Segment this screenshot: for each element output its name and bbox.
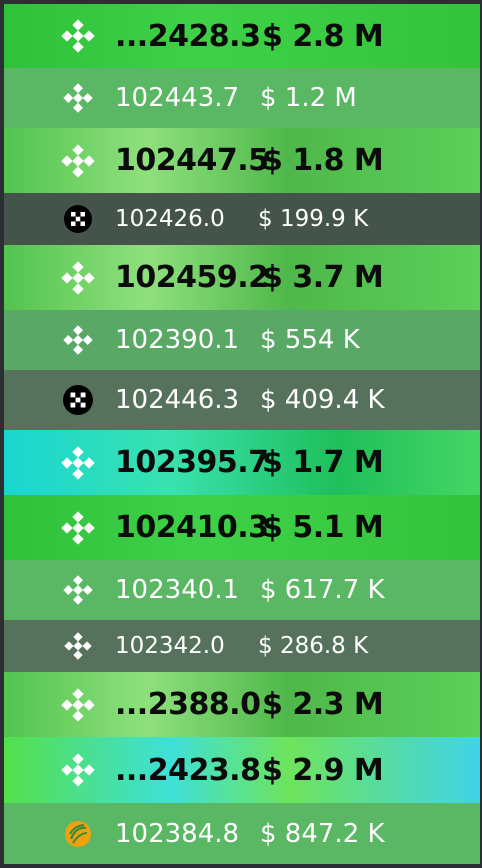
bnb-icon — [61, 629, 95, 663]
trade-row: 102446.3 $ 409.4 K — [4, 370, 480, 430]
bnb-icon — [61, 510, 95, 545]
trade-row: 102447.5 $ 1.8 M — [4, 128, 480, 193]
trade-value: $ 199.9 K — [258, 206, 369, 232]
trade-price: ...2428.3 — [115, 18, 261, 54]
trade-value: $ 2.3 M — [262, 687, 384, 722]
bnb-icon — [61, 19, 95, 53]
trade-price: 102384.8 — [115, 818, 240, 849]
trade-value: $ 554 K — [260, 325, 360, 355]
okx-icon — [61, 383, 95, 417]
trade-row: 102410.3 $ 5.1 M — [4, 495, 480, 560]
trade-price: 102340.1 — [115, 575, 240, 605]
trade-price: 102390.1 — [115, 325, 240, 355]
trade-price: ...2423.8 — [115, 752, 261, 788]
trade-row: ...2423.8 $ 2.9 M — [4, 737, 480, 803]
trade-price: 102342.0 — [115, 633, 225, 659]
trade-row: 102384.8 $ 847.2 K — [4, 803, 480, 864]
bnb-icon — [61, 573, 95, 607]
bnb-icon — [61, 753, 95, 787]
bnb-icon — [61, 260, 95, 295]
trade-value: $ 1.8 M — [262, 143, 384, 178]
trade-value: $ 3.7 M — [262, 260, 384, 295]
trade-row: 102443.7 $ 1.2 M — [4, 68, 480, 128]
bybit-icon — [61, 817, 95, 851]
trade-value: $ 5.1 M — [262, 510, 384, 545]
okx-icon — [61, 202, 95, 236]
trade-price: 102459.2 — [115, 260, 269, 295]
trade-row: 102340.1 $ 617.7 K — [4, 560, 480, 620]
trade-price: 102447.5 — [115, 143, 269, 178]
trade-row: 102426.0 $ 199.9 K — [4, 193, 480, 245]
trade-row: 102390.1 $ 554 K — [4, 310, 480, 370]
trade-price: 102410.3 — [115, 510, 269, 545]
trade-value: $ 617.7 K — [260, 575, 385, 605]
trade-row: ...2428.3 $ 2.8 M — [4, 4, 480, 68]
trade-price: 102395.7 — [115, 445, 269, 480]
trade-price: 102443.7 — [115, 83, 240, 113]
trade-row: 102342.0 $ 286.8 K — [4, 620, 480, 672]
trade-value: $ 409.4 K — [260, 385, 385, 415]
trade-value: $ 286.8 K — [258, 633, 369, 659]
bnb-icon — [61, 323, 95, 357]
trade-feed-panel: ...2428.3 $ 2.8 M 102443.7 $ 1.2 M 10244… — [0, 0, 482, 868]
trade-price: ...2388.0 — [115, 687, 261, 722]
trade-price: 102426.0 — [115, 206, 225, 232]
trade-value: $ 1.7 M — [262, 445, 384, 480]
trade-value: $ 847.2 K — [260, 818, 385, 849]
trade-value: $ 2.8 M — [262, 18, 384, 54]
trade-row: ...2388.0 $ 2.3 M — [4, 672, 480, 737]
bnb-icon — [61, 81, 95, 115]
trade-value: $ 2.9 M — [262, 752, 384, 788]
trade-row: 102395.7 $ 1.7 M — [4, 430, 480, 495]
bnb-icon — [61, 445, 95, 480]
trade-value: $ 1.2 M — [260, 83, 357, 113]
bnb-icon — [61, 143, 95, 178]
bnb-icon — [61, 687, 95, 722]
trade-row: 102459.2 $ 3.7 M — [4, 245, 480, 310]
trade-price: 102446.3 — [115, 385, 240, 415]
